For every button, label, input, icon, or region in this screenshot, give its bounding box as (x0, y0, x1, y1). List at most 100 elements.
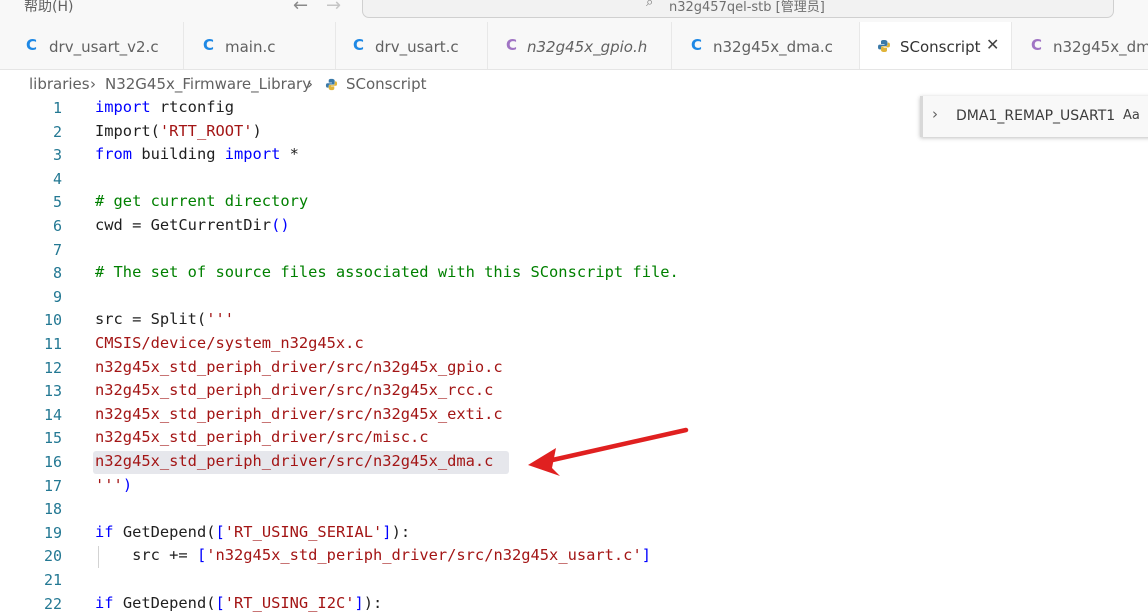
code-token: [ (196, 546, 207, 565)
code-line[interactable]: 3 from building import * (0, 143, 1148, 167)
command-center[interactable]: ⌕ n32g457qel-stb [管理员] (362, 0, 1114, 18)
code-token: [ (215, 593, 225, 612)
code-text: # The set of source files associated wit… (95, 263, 679, 281)
tab-sconscript[interactable]: SConscript ✕ (860, 22, 1012, 69)
tab-n32g45x-gpio-h[interactable]: C n32g45x_gpio.h (488, 22, 672, 69)
code-text: if GetDepend(['RT_USING_I2C']): (95, 594, 382, 612)
line-number: 17 (43, 476, 62, 495)
command-center-label: n32g457qel-stb [管理员] (669, 0, 825, 15)
code-text: import rtconfig (95, 98, 234, 116)
code-token: building (132, 145, 225, 164)
code-token: 'RT_USING_SERIAL' (224, 522, 383, 541)
toggle-replace-chevron-icon[interactable]: › (932, 105, 938, 123)
code-line[interactable]: 8 # The set of source files associated wi… (0, 261, 1148, 285)
tab-label: n32g45x_gpio.h (527, 38, 648, 56)
code-token: 'RTT_ROOT' (159, 121, 253, 140)
python-file-icon (878, 40, 890, 52)
code-line[interactable]: 9 (0, 285, 1148, 309)
code-token: n32g45x_std_periph_driver/src/n32g45x_dm… (95, 452, 494, 470)
tab-label: drv_usart.c (375, 38, 459, 56)
code-token: 'RT_USING_I2C' (224, 593, 355, 612)
code-token: n32g45x_std_periph_driver/src/n32g45x_rc… (95, 381, 494, 400)
code-line[interactable]: 17 ''') (0, 474, 1148, 498)
code-token: n32g45x_std_periph_driver/src/n32g45x_gp… (95, 357, 503, 376)
breadcrumb-item-libraries[interactable]: libraries (29, 75, 90, 93)
breadcrumb-separator-icon: › (90, 75, 96, 93)
code-line[interactable]: 20 src += ['n32g45x_std_periph_driver/sr… (0, 544, 1148, 568)
indent-guide (98, 546, 99, 568)
code-token: ) (122, 475, 133, 494)
code-line[interactable]: 19 if GetDepend(['RT_USING_SERIAL']): (0, 521, 1148, 545)
line-number: 3 (52, 146, 62, 165)
c-file-icon: C (26, 36, 38, 54)
code-token: # The set of source files associated wit… (95, 263, 679, 282)
back-arrow-icon[interactable]: ← (293, 0, 308, 16)
code-token: GetDepend( (113, 522, 216, 541)
tab-n32g45x-dma[interactable]: C n32g45x_dma (1012, 22, 1148, 69)
code-line[interactable]: 16 n32g45x_std_periph_driver/src/n32g45x_… (0, 450, 1148, 474)
editor-tab-bar: C drv_usart_v2.c C main.c C drv_usart.c … (0, 22, 1148, 70)
forward-arrow-icon[interactable]: → (326, 0, 341, 16)
code-token: [ (215, 522, 225, 541)
code-line[interactable]: 6 cwd = GetCurrentDir() (0, 214, 1148, 238)
tab-label: SConscript (900, 38, 981, 56)
code-line[interactable]: 21 (0, 568, 1148, 592)
close-icon[interactable]: ✕ (986, 35, 999, 54)
code-editor[interactable]: 1 import rtconfig 2 Import('RTT_ROOT') 3 from… (0, 96, 1148, 616)
code-line[interactable]: 15 n32g45x_std_periph_driver/src/misc.c (0, 426, 1148, 450)
c-file-icon: C (691, 36, 703, 54)
find-input[interactable]: DMA1_REMAP_USART1 (956, 108, 1118, 124)
line-number: 16 (43, 453, 62, 471)
code-token: n32g45x_std_periph_driver/src/misc.c (95, 428, 429, 447)
tab-label: main.c (225, 38, 276, 56)
code-text: n32g45x_std_periph_driver/src/n32g45x_ex… (95, 405, 503, 423)
code-token: import (224, 145, 281, 164)
code-text: cwd = GetCurrentDir() (95, 216, 290, 234)
python-file-icon (325, 78, 338, 91)
code-token: import (95, 98, 151, 116)
code-token: if (95, 522, 114, 541)
search-icon: ⌕ (646, 0, 654, 10)
code-text: n32g45x_std_periph_driver/src/misc.c (95, 428, 429, 446)
code-line[interactable]: 5 # get current directory (0, 190, 1148, 214)
code-line[interactable]: 22 if GetDepend(['RT_USING_I2C']): (0, 592, 1148, 616)
code-text: n32g45x_std_periph_driver/src/n32g45x_rc… (95, 381, 493, 399)
tab-main[interactable]: C main.c (184, 22, 336, 69)
code-token: rtconfig (150, 98, 235, 116)
code-token: src = Split( (95, 310, 207, 329)
line-number: 12 (43, 358, 62, 377)
line-number: 20 (43, 547, 62, 566)
tab-label: n32g45x_dma.c (713, 38, 833, 56)
code-line[interactable]: 14 n32g45x_std_periph_driver/src/n32g45x_… (0, 403, 1148, 427)
breadcrumb-separator-icon: › (307, 75, 313, 93)
c-file-icon: C (203, 36, 215, 54)
code-text: if GetDepend(['RT_USING_SERIAL']): (95, 523, 410, 541)
line-number: 7 (52, 240, 62, 259)
code-line[interactable]: 4 (0, 167, 1148, 191)
code-token: src += (95, 546, 197, 565)
code-line[interactable]: 13 n32g45x_std_periph_driver/src/n32g45x_… (0, 379, 1148, 403)
code-line[interactable]: 12 n32g45x_std_periph_driver/src/n32g45x_… (0, 356, 1148, 380)
match-case-toggle[interactable]: Aa (1123, 108, 1140, 123)
code-text: Import('RTT_ROOT') (95, 122, 262, 140)
line-number: 5 (52, 193, 62, 212)
breadcrumb-item-sconscript[interactable]: SConscript (346, 75, 426, 93)
line-number: 19 (43, 523, 62, 542)
code-token: cwd = GetCurrentDir (95, 216, 272, 234)
tab-label: n32g45x_dma (1053, 38, 1148, 56)
code-line[interactable]: 11 CMSIS/device/system_n32g45x.c (0, 332, 1148, 356)
code-line[interactable]: 7 (0, 238, 1148, 262)
line-number: 1 (52, 99, 62, 117)
line-number: 11 (43, 335, 62, 353)
code-line[interactable]: 18 (0, 497, 1148, 521)
code-token: CMSIS/device/system_n32g45x.c (95, 334, 364, 352)
tab-drv-usart[interactable]: C drv_usart.c (336, 22, 488, 69)
code-token: ] (382, 522, 392, 541)
code-line[interactable]: 10 src = Split(''' (0, 308, 1148, 332)
title-bar: 帮助(H) ← → ⌕ n32g457qel-stb [管理员] (0, 0, 1148, 22)
menu-help[interactable]: 帮助(H) (24, 0, 73, 16)
breadcrumb-item-firmware-library[interactable]: N32G45x_Firmware_Library (105, 75, 311, 93)
tab-n32g45x-dma-c[interactable]: C n32g45x_dma.c (672, 22, 860, 69)
tab-drv-usart-v2[interactable]: C drv_usart_v2.c (0, 22, 184, 69)
line-number: 13 (43, 382, 62, 401)
